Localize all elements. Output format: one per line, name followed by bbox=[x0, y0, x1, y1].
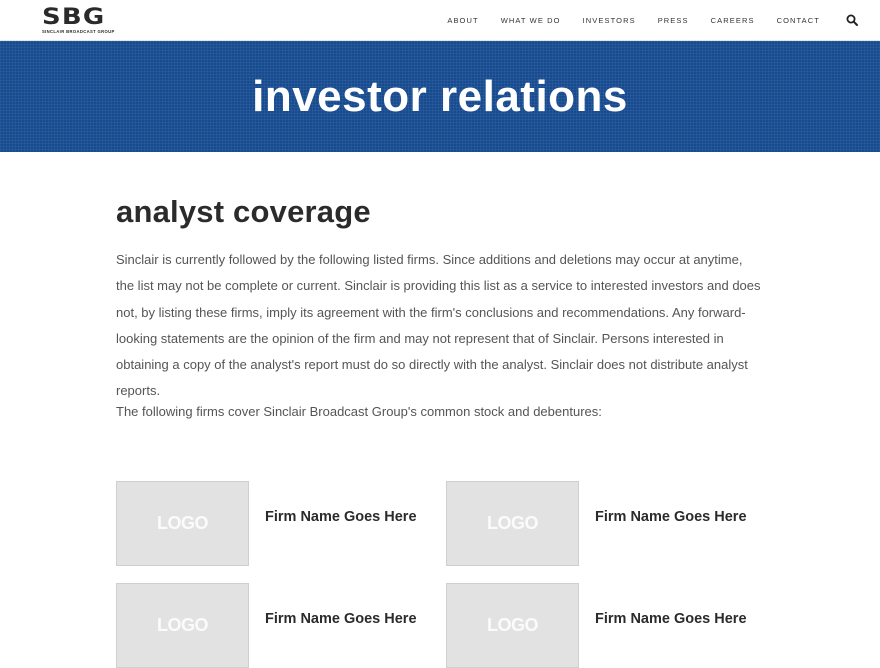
hero-title: investor relations bbox=[252, 71, 628, 121]
firm-logo-placeholder: LOGO bbox=[116, 583, 249, 668]
firm-card: LOGO Firm Name Goes Here bbox=[446, 481, 747, 566]
search-icon[interactable] bbox=[846, 14, 858, 26]
firm-name[interactable]: Firm Name Goes Here bbox=[595, 611, 747, 627]
firm-card: LOGO Firm Name Goes Here bbox=[116, 481, 417, 566]
hero-banner: investor relations bbox=[0, 41, 880, 152]
firm-card: LOGO Firm Name Goes Here bbox=[446, 583, 747, 668]
nav-investors[interactable]: INVESTORS bbox=[583, 16, 636, 25]
firm-logo-placeholder: LOGO bbox=[446, 481, 579, 566]
main-nav: ABOUT WHAT WE DO INVESTORS PRESS CAREERS… bbox=[425, 0, 858, 40]
nav-what-we-do[interactable]: WHAT WE DO bbox=[501, 16, 561, 25]
intro-paragraph: Sinclair is currently followed by the fo… bbox=[116, 252, 761, 399]
firm-logo-placeholder: LOGO bbox=[446, 583, 579, 668]
page-title: analyst coverage bbox=[116, 194, 371, 229]
logo-mark: SBG bbox=[42, 5, 106, 30]
firm-name[interactable]: Firm Name Goes Here bbox=[595, 509, 747, 525]
nav-about[interactable]: ABOUT bbox=[447, 16, 478, 25]
firm-name[interactable]: Firm Name Goes Here bbox=[265, 509, 417, 525]
nav-careers[interactable]: CAREERS bbox=[711, 16, 755, 25]
firm-card: LOGO Firm Name Goes Here bbox=[116, 583, 417, 668]
sbg-logo[interactable]: SBG SINCLAIR BROADCAST GROUP bbox=[42, 7, 124, 35]
site-header: SBG SINCLAIR BROADCAST GROUP ABOUT WHAT … bbox=[0, 0, 880, 41]
firm-logo-placeholder: LOGO bbox=[116, 481, 249, 566]
nav-contact[interactable]: CONTACT bbox=[777, 16, 820, 25]
coverage-note: The following firms cover Sinclair Broad… bbox=[116, 404, 602, 419]
nav-press[interactable]: PRESS bbox=[658, 16, 689, 25]
firm-name[interactable]: Firm Name Goes Here bbox=[265, 611, 417, 627]
